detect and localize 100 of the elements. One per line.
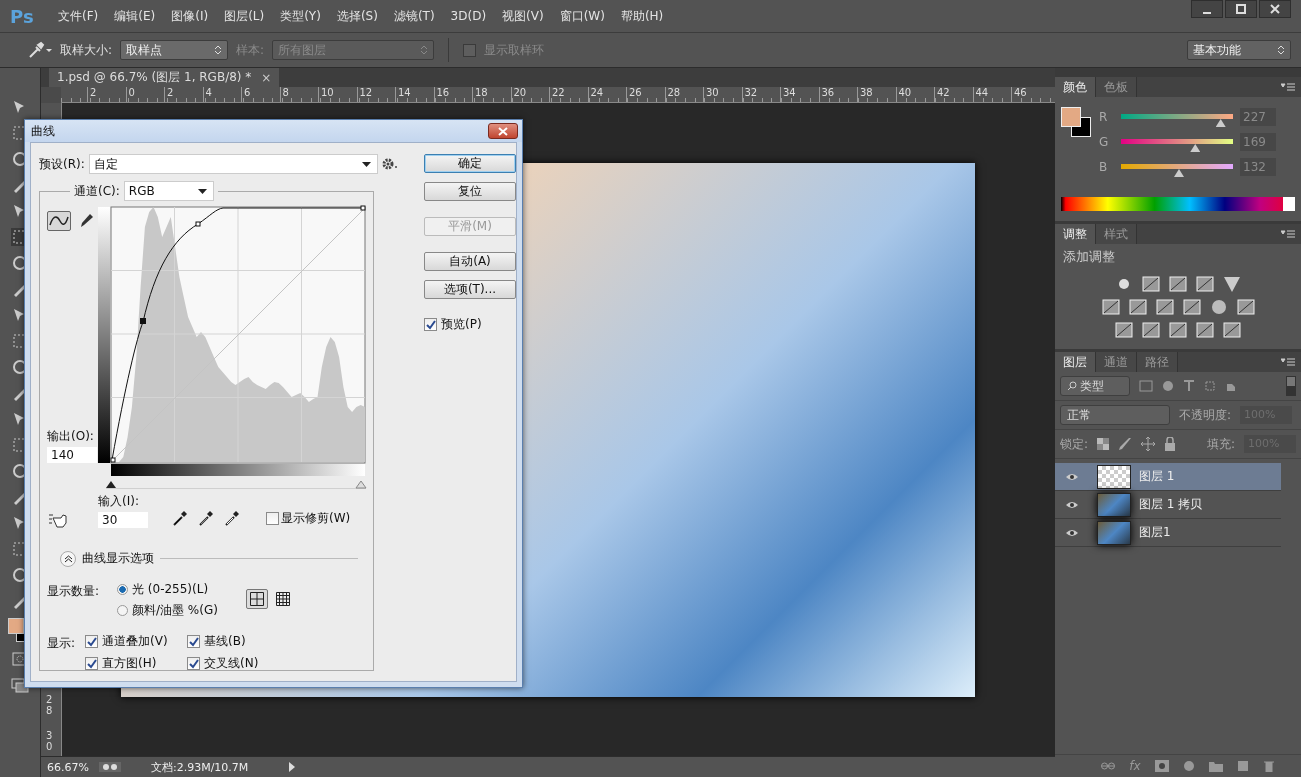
- preset-select[interactable]: 自定: [88, 154, 378, 174]
- panel-tab[interactable]: 图层: [1055, 352, 1096, 372]
- menu-item[interactable]: 选择(S): [328, 7, 386, 25]
- slider-thumb[interactable]: [1174, 169, 1184, 177]
- channel-select[interactable]: RGB: [123, 181, 214, 201]
- eye-icon[interactable]: [1065, 527, 1079, 538]
- menu-item[interactable]: 3D(D): [442, 9, 495, 23]
- brush-icon[interactable]: [1118, 437, 1133, 451]
- menu-item[interactable]: 视图(V): [494, 7, 552, 25]
- collapse-button[interactable]: [60, 550, 76, 567]
- radio-button[interactable]: [117, 584, 128, 595]
- workspace-select[interactable]: 基本功能: [1187, 40, 1291, 60]
- coarse-grid-button[interactable]: [245, 589, 268, 609]
- maximize-icon: [1236, 4, 1246, 14]
- input-range-track[interactable]: [106, 480, 367, 489]
- move-arrows-icon[interactable]: [1141, 437, 1156, 451]
- section-title: 曲线显示选项: [82, 550, 154, 567]
- curve-tool-button[interactable]: [47, 211, 71, 231]
- menu-item[interactable]: 图层(L): [216, 7, 273, 25]
- panel-tab[interactable]: 调整: [1055, 224, 1096, 244]
- triangle-icon[interactable]: [1223, 275, 1241, 293]
- output-field[interactable]: 140: [47, 447, 97, 463]
- menu-item[interactable]: 窗口(W): [551, 7, 613, 25]
- pencil-icon: [79, 213, 94, 229]
- caret-icon: [197, 188, 207, 194]
- show-clipping-label: 显示修剪(W): [281, 510, 351, 527]
- checkerboard-icon[interactable]: [1097, 438, 1110, 450]
- input-field[interactable]: 30: [98, 512, 148, 528]
- dialog-button[interactable]: 自动(A): [424, 252, 516, 271]
- panel-tab[interactable]: 色板: [1096, 77, 1137, 97]
- layer-thumbnail: [1097, 492, 1131, 517]
- panel-tab[interactable]: 颜色: [1055, 77, 1096, 97]
- channel-label: G: [1099, 135, 1110, 149]
- close-button[interactable]: [1259, 0, 1291, 18]
- shadow-point-slider[interactable]: [106, 481, 116, 488]
- menu-item[interactable]: 帮助(H): [612, 7, 672, 25]
- new-layer-icon[interactable]: [1236, 760, 1249, 772]
- adjustment-filter-icon[interactable]: [1162, 380, 1174, 392]
- panel-menu-icon[interactable]: [1281, 83, 1295, 91]
- show-ring-checkbox[interactable]: [463, 43, 477, 57]
- layer-row[interactable]: 图层1: [1055, 519, 1281, 547]
- slider-thumb[interactable]: [1215, 119, 1226, 127]
- folder-icon[interactable]: [1208, 760, 1223, 772]
- channel-label: R: [1099, 110, 1109, 124]
- radio-label: 颜料/油墨 %(G): [132, 602, 218, 619]
- checkbox[interactable]: [187, 657, 200, 670]
- mask-icon[interactable]: [1154, 760, 1169, 772]
- curve-point[interactable]: [360, 205, 366, 211]
- preview-label: 预览(P): [441, 316, 482, 333]
- search-icon: [1067, 381, 1077, 391]
- menu-item[interactable]: 类型(Y): [272, 7, 329, 25]
- document-tab[interactable]: 1.psd @ 66.7% (图层 1, RGB/8) * ×: [49, 68, 280, 87]
- layer-filter-select[interactable]: 类型: [1060, 376, 1130, 396]
- eye-icon[interactable]: [1065, 499, 1079, 510]
- panel-tab[interactable]: 通道: [1096, 352, 1137, 372]
- menu-item[interactable]: 文件(F): [50, 7, 107, 25]
- checkbox[interactable]: [85, 635, 98, 648]
- color-spectrum[interactable]: [1061, 197, 1295, 211]
- eye-icon[interactable]: [1065, 471, 1079, 482]
- panel-tab[interactable]: 路径: [1137, 352, 1178, 372]
- trash-icon[interactable]: [1262, 760, 1275, 772]
- app-logo: Ps: [10, 5, 35, 27]
- menu-item[interactable]: 编辑(E): [106, 7, 164, 25]
- filter-toggle-icon[interactable]: [1286, 376, 1296, 396]
- menu-item[interactable]: 滤镜(T): [385, 7, 443, 25]
- slider-thumb[interactable]: [1190, 144, 1201, 152]
- tab-close-button[interactable]: ×: [261, 70, 272, 85]
- dialog-button[interactable]: 选项(T)...: [424, 280, 516, 299]
- panel-tab[interactable]: 样式: [1096, 224, 1137, 244]
- sample-size-select[interactable]: 取样点: [120, 40, 229, 60]
- checkbox[interactable]: [187, 635, 200, 648]
- screen-mode-icon[interactable]: [11, 676, 29, 694]
- curve-point[interactable]: [195, 221, 201, 227]
- dialog-button[interactable]: 复位: [424, 182, 516, 201]
- opacity-label: 不透明度:: [1179, 406, 1232, 424]
- horizontal-ruler: 2 0 2 4 6 8 10 12 14 16 18 20 22 24 26 28 30 32 34 36 38 40 42 44 46: [61, 87, 1055, 103]
- dialog-button[interactable]: 确定: [424, 154, 516, 173]
- show-clipping-checkbox[interactable]: [266, 512, 279, 525]
- radio-label: 光 (0-255)(L): [132, 581, 209, 598]
- layer-row[interactable]: 图层 1 拷贝: [1055, 491, 1281, 519]
- half-circle-icon[interactable]: [1182, 760, 1195, 772]
- close-button[interactable]: [488, 123, 518, 139]
- type-filter-icon[interactable]: [1183, 380, 1195, 392]
- maximize-button[interactable]: [1225, 0, 1257, 18]
- blend-mode-select[interactable]: 正常: [1060, 405, 1170, 425]
- minimize-button[interactable]: [1191, 0, 1223, 18]
- layer-thumbnail: [1097, 520, 1131, 545]
- link-icon[interactable]: [1101, 761, 1116, 771]
- lock-icon[interactable]: [1164, 437, 1177, 451]
- panel-menu-icon[interactable]: [1281, 358, 1295, 366]
- radio-button[interactable]: [117, 605, 128, 616]
- updown-arrows-icon: [1277, 44, 1285, 56]
- close-icon: [1270, 4, 1280, 14]
- menu-item[interactable]: 图像(I): [163, 7, 217, 25]
- color-swatches[interactable]: [1061, 107, 1091, 137]
- preview-checkbox[interactable]: [424, 318, 437, 331]
- checkbox[interactable]: [85, 657, 98, 670]
- panel-menu-icon[interactable]: [1281, 230, 1295, 238]
- layer-row[interactable]: 图层 1: [1055, 463, 1281, 491]
- play-icon[interactable]: [288, 762, 297, 772]
